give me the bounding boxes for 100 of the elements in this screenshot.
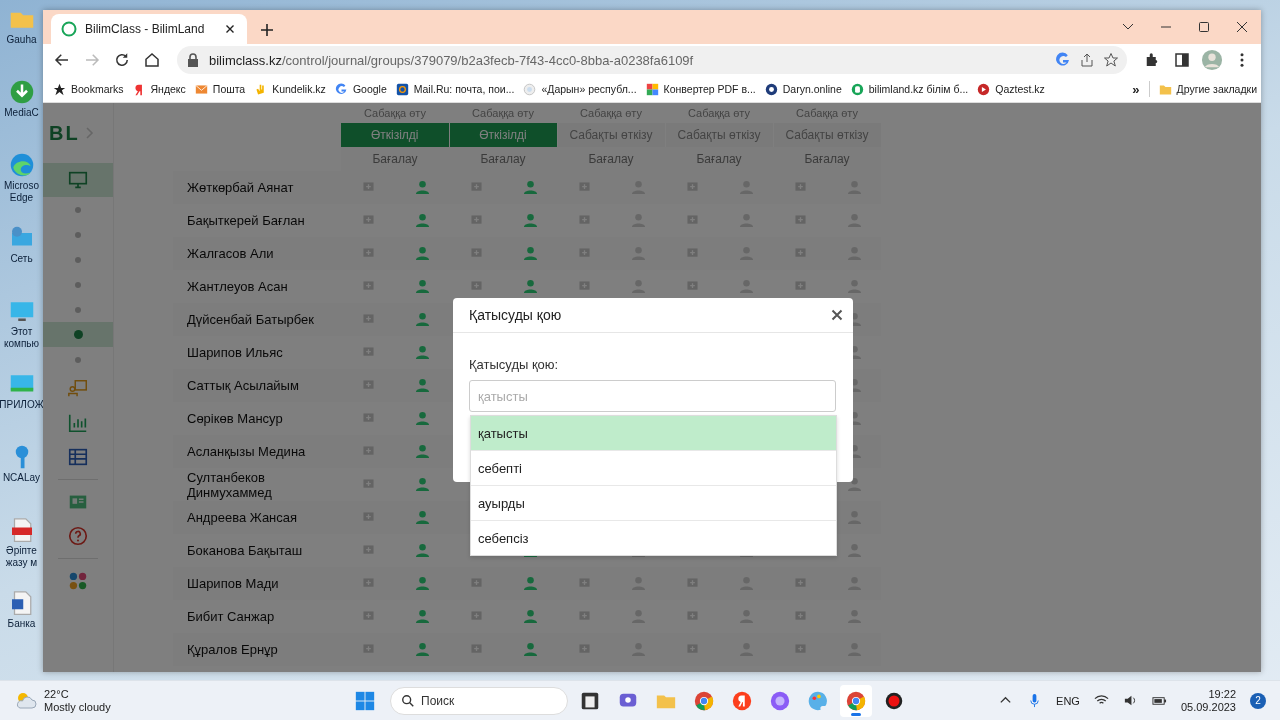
comment-icon[interactable]	[362, 512, 374, 523]
yandex-icon	[731, 689, 753, 712]
comment-icon[interactable]	[578, 611, 590, 622]
nav-dot[interactable]	[75, 256, 81, 263]
comment-icon[interactable]	[686, 578, 698, 589]
comment-icon[interactable]	[362, 545, 374, 556]
student-name: Бақыткерей Бағлан	[186, 212, 306, 230]
circle-logo-icon	[764, 82, 778, 96]
google-icon[interactable]	[1055, 52, 1071, 68]
comment-icon[interactable]	[794, 248, 806, 259]
comment-icon[interactable]	[470, 248, 482, 259]
bookmark[interactable]: Яндекс	[132, 82, 186, 96]
browser-tab[interactable]: BilimClass - BilimLand	[51, 14, 247, 44]
star-icon[interactable]	[1103, 52, 1119, 68]
comment-icon[interactable]	[578, 182, 590, 193]
desktop-icon-label: Edge	[9, 192, 34, 204]
nav-dot[interactable]	[75, 356, 81, 363]
nav-dot[interactable]	[73, 330, 83, 339]
comment-icon[interactable]	[794, 281, 806, 292]
comment-icon[interactable]	[470, 611, 482, 622]
desktop-icon-label: Банка	[7, 618, 36, 630]
share-icon[interactable]	[1079, 52, 1095, 68]
comment-icon[interactable]	[578, 215, 590, 226]
comment-icon[interactable]	[362, 380, 374, 391]
more-bookmarks-button[interactable]: »	[1132, 81, 1140, 97]
bookmark[interactable]: bilimland.kz білім б...	[850, 82, 969, 96]
comment-icon[interactable]	[470, 215, 482, 226]
plus-icon[interactable]	[259, 22, 275, 38]
start-icon[interactable]	[354, 689, 376, 712]
nav-dot[interactable]	[75, 281, 81, 288]
comment-icon[interactable]	[362, 182, 374, 193]
play-icon	[977, 82, 991, 96]
bar-chart-icon[interactable]	[67, 412, 89, 434]
bookmark[interactable]: Пошта	[194, 82, 246, 96]
dropdown-option[interactable]: себепті	[471, 450, 836, 485]
close-icon[interactable]	[831, 309, 843, 321]
desktop-icon-label: компью	[3, 338, 40, 350]
comment-icon[interactable]	[362, 314, 374, 325]
comment-icon[interactable]	[362, 611, 374, 622]
comment-icon[interactable]	[362, 479, 374, 490]
comment-icon[interactable]	[794, 644, 806, 655]
clock-time[interactable]: 19:22	[1208, 687, 1236, 701]
nav-item[interactable]	[43, 322, 113, 347]
comment-icon[interactable]	[362, 347, 374, 358]
notification-badge[interactable]: 2	[1250, 692, 1266, 709]
table-icon[interactable]	[67, 446, 89, 468]
clock-date[interactable]: 05.09.2023	[1180, 700, 1236, 714]
comment-icon[interactable]	[470, 182, 482, 193]
comment-icon[interactable]	[578, 644, 590, 655]
nav-item[interactable]	[43, 163, 113, 197]
language-indicator[interactable]: ENG	[1056, 694, 1080, 707]
bookmark[interactable]: Bookmarks	[53, 82, 124, 96]
student-name: Султанбеков Динмухаммед	[186, 468, 273, 501]
apps-icon[interactable]	[67, 570, 89, 592]
attendance-select[interactable]: қатысты	[469, 380, 836, 412]
comment-icon[interactable]	[686, 248, 698, 259]
address-bar[interactable]: bilimclass.kz/control/journal/groups/379079/b2a3fecb-7f43-4cc0-8bba-a0238fa6109f	[177, 46, 1127, 74]
bookmark[interactable]: Kundelik.kz	[254, 82, 326, 96]
person-icon[interactable]	[846, 477, 862, 492]
bookmark[interactable]: Qaztest.kz	[977, 82, 1045, 96]
nav-dot[interactable]	[75, 306, 81, 313]
comment-icon[interactable]	[362, 413, 374, 424]
comment-icon[interactable]	[686, 281, 698, 292]
comment-icon[interactable]	[362, 248, 374, 259]
comment-icon[interactable]	[470, 281, 482, 292]
other-bookmarks-folder[interactable]: Другие закладки	[1158, 82, 1257, 96]
nav-dot[interactable]	[75, 206, 81, 213]
bookmark[interactable]: Конвертер PDF в...	[645, 82, 756, 96]
comment-icon[interactable]	[686, 182, 698, 193]
help-icon[interactable]	[67, 525, 89, 547]
search-field[interactable]: Поиск	[390, 686, 568, 715]
bookmark[interactable]: «Дарын» республ...	[523, 82, 637, 96]
color-grid-icon	[645, 82, 659, 96]
comment-icon[interactable]	[470, 578, 482, 589]
monitor-icon[interactable]	[67, 169, 89, 191]
field-label: Қатысуды қою:	[469, 357, 560, 372]
nav-dot[interactable]	[75, 231, 81, 238]
comment-icon[interactable]	[686, 611, 698, 622]
dropdown-option[interactable]: қатысты	[471, 416, 836, 450]
comment-icon[interactable]	[686, 644, 698, 655]
comment-icon[interactable]	[362, 215, 374, 226]
comment-icon[interactable]	[362, 578, 374, 589]
comment-icon[interactable]	[794, 611, 806, 622]
comment-icon[interactable]	[794, 215, 806, 226]
at-sign-icon	[395, 82, 409, 96]
bookmark[interactable]: Daryn.online	[764, 82, 842, 96]
comment-icon[interactable]	[362, 446, 374, 457]
comment-icon[interactable]	[794, 578, 806, 589]
comment-icon[interactable]	[470, 644, 482, 655]
bookmark[interactable]: Google	[334, 82, 387, 96]
comment-icon[interactable]	[578, 578, 590, 589]
comment-icon[interactable]	[362, 281, 374, 292]
comment-icon[interactable]	[794, 182, 806, 193]
comment-icon[interactable]	[578, 281, 590, 292]
dropdown-option[interactable]: ауырды	[471, 485, 836, 520]
comment-icon[interactable]	[362, 644, 374, 655]
comment-icon[interactable]	[686, 215, 698, 226]
bookmark[interactable]: Mail.Ru: почта, пои...	[395, 82, 515, 96]
comment-icon[interactable]	[578, 248, 590, 259]
dropdown-option[interactable]: себепсіз	[471, 520, 836, 555]
